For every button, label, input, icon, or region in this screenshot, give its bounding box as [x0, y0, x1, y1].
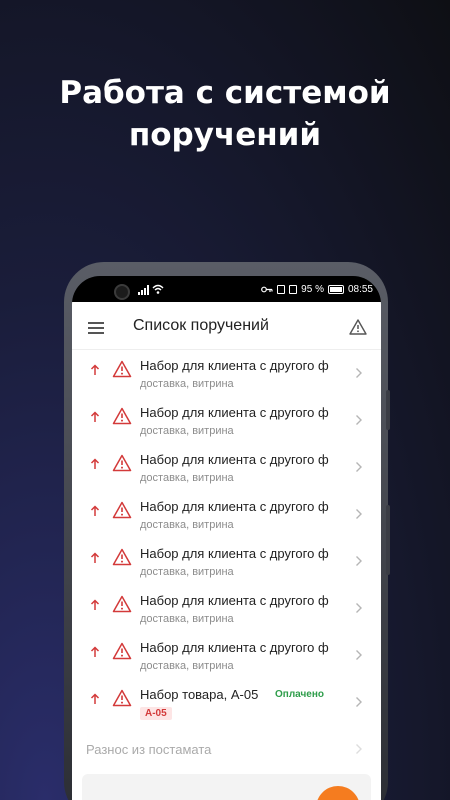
warning-icon	[112, 548, 132, 566]
wifi-icon	[152, 284, 164, 294]
warning-icon	[112, 407, 132, 425]
chevron-right-icon	[356, 556, 362, 566]
status-badge-paid: Оплачено	[275, 689, 324, 700]
priority-up-icon	[90, 411, 100, 422]
list-item[interactable]: Набор для клиента с другого ф доставка, …	[72, 397, 381, 444]
list-item[interactable]: Набор для клиента с другого ф доставка, …	[72, 632, 381, 679]
promo-headline-line1: Работа с системой	[59, 75, 391, 111]
app-window: Список поручений Набор для клиента с дру…	[72, 302, 381, 800]
task-subtitle: доставка, витрина	[140, 519, 234, 531]
nfc-icon	[277, 285, 286, 294]
status-time: 08:55	[347, 284, 373, 295]
status-right: 95 % 08:55	[261, 284, 373, 295]
phone-side-button	[386, 390, 390, 430]
warning-icon	[112, 501, 132, 519]
task-subtitle: доставка, витрина	[140, 378, 234, 390]
chevron-right-icon	[356, 462, 362, 472]
promo-headline-line2: поручений	[128, 117, 322, 153]
warning-icon	[112, 595, 132, 613]
priority-up-icon	[90, 693, 100, 704]
list-item[interactable]: Набор для клиента с другого ф доставка, …	[72, 444, 381, 491]
key-icon	[261, 286, 273, 293]
chevron-right-icon	[356, 603, 362, 613]
priority-up-icon	[90, 458, 100, 469]
task-list: Набор для клиента с другого ф доставка, …	[72, 350, 381, 773]
task-title: Разнос из постамата	[86, 742, 212, 757]
list-item-muted[interactable]: Разнос из постамата	[72, 726, 381, 773]
vibrate-icon	[289, 285, 298, 294]
menu-icon[interactable]	[88, 322, 104, 334]
signal-icon	[138, 285, 150, 295]
task-title: Набор товара, А-05	[140, 687, 259, 702]
task-subtitle: доставка, витрина	[140, 613, 234, 625]
chevron-right-icon	[356, 415, 362, 425]
warning-icon[interactable]	[349, 319, 367, 335]
warning-icon	[112, 689, 132, 707]
task-title: Набор для клиента с другого ф	[140, 358, 329, 373]
battery-icon	[327, 285, 344, 294]
warning-icon	[112, 642, 132, 660]
list-item[interactable]: Набор для клиента с другого ф доставка, …	[72, 350, 381, 397]
promo-headline: Работа с системой поручений	[0, 72, 450, 156]
task-subtitle: доставка, витрина	[140, 566, 234, 578]
app-bar: Список поручений	[72, 302, 381, 350]
battery-percent: 95 %	[301, 284, 324, 295]
task-title: Набор для клиента с другого ф	[140, 593, 329, 608]
list-item-order[interactable]: Набор товара, А-05 Оплачено А-05	[72, 679, 381, 726]
priority-up-icon	[90, 505, 100, 516]
list-item[interactable]: Набор для клиента с другого ф доставка, …	[72, 538, 381, 585]
warning-icon	[112, 454, 132, 472]
chevron-right-icon	[356, 744, 362, 754]
chevron-right-icon	[356, 697, 362, 707]
priority-up-icon	[90, 552, 100, 563]
task-subtitle: доставка, витрина	[140, 660, 234, 672]
task-title: Набор для клиента с другого ф	[140, 452, 329, 467]
order-code-badge: А-05	[140, 707, 172, 720]
priority-up-icon	[90, 646, 100, 657]
list-item[interactable]: Набор для клиента с другого ф доставка, …	[72, 585, 381, 632]
phone-side-button	[386, 505, 390, 575]
priority-up-icon	[90, 364, 100, 375]
priority-up-icon	[90, 599, 100, 610]
task-title: Набор для клиента с другого ф	[140, 405, 329, 420]
warning-icon	[112, 360, 132, 378]
task-title: Набор для клиента с другого ф	[140, 499, 329, 514]
chevron-right-icon	[356, 509, 362, 519]
status-bar: 95 % 08:55	[72, 276, 381, 302]
task-subtitle: доставка, витрина	[140, 472, 234, 484]
task-title: Набор для клиента с другого ф	[140, 640, 329, 655]
page-title: Список поручений	[133, 317, 269, 334]
chevron-right-icon	[356, 368, 362, 378]
chevron-right-icon	[356, 650, 362, 660]
camera-icon	[114, 284, 130, 300]
task-subtitle: доставка, витрина	[140, 425, 234, 437]
phone-screen: 95 % 08:55 Список поручений Набор для кл…	[72, 276, 381, 800]
list-item[interactable]: Набор для клиента с другого ф доставка, …	[72, 491, 381, 538]
task-title: Набор для клиента с другого ф	[140, 546, 329, 561]
